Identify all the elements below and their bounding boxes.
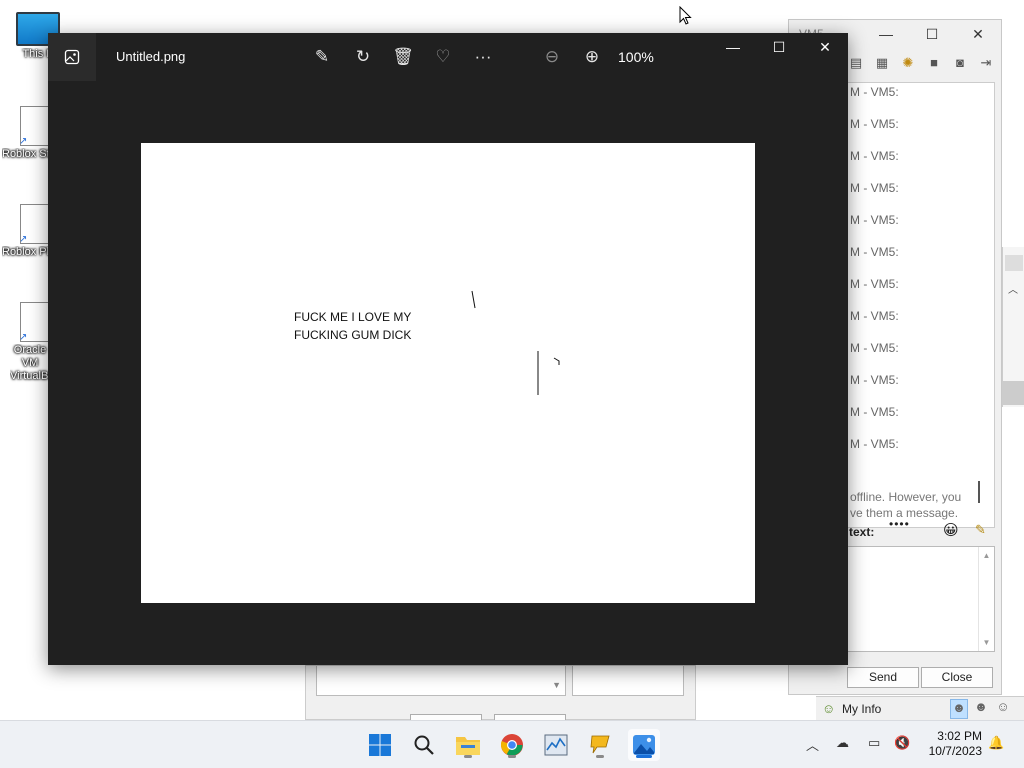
shortcut-arrow-icon: ↗: [19, 234, 28, 245]
background-window: ▼ Send Close: [305, 665, 696, 724]
zoom-out-icon[interactable]: ⊖: [540, 46, 564, 68]
mouse-cursor-icon: [679, 6, 692, 25]
chevron-down-icon: ▼: [552, 680, 561, 690]
emoticon-icon[interactable]: 😀: [943, 521, 959, 539]
delete-icon[interactable]: 🗑: [391, 46, 415, 68]
image-canvas[interactable]: FUCK ME I LOVE MY FUCKING GUM DICK: [141, 143, 755, 603]
photos-icon[interactable]: [628, 729, 660, 761]
invite-icon[interactable]: ▤: [847, 55, 865, 71]
chat-log-line: M - VM5:: [850, 405, 899, 419]
clock-date: 10/7/2023: [928, 744, 982, 758]
file-explorer-icon[interactable]: [452, 729, 484, 761]
input-scrollbar[interactable]: ▲ ▼: [978, 547, 994, 651]
image-glyph: [64, 49, 80, 65]
shortcut-arrow-icon: ↗: [19, 332, 28, 343]
maximize-icon[interactable]: ☐: [764, 39, 794, 56]
minimize-icon[interactable]: —: [863, 26, 909, 43]
clock[interactable]: 3:02 PM 10/7/2023: [920, 729, 982, 759]
chat-log-line: M - VM5:: [850, 181, 899, 195]
background-field[interactable]: [572, 666, 684, 696]
display-icon[interactable]: ▭: [868, 735, 880, 751]
away-status-icon[interactable]: ☻: [972, 699, 990, 719]
scribble-stroke: [553, 357, 560, 365]
scribble-marks: [471, 290, 560, 395]
notification-bell-icon[interactable]: 🔔: [988, 735, 1004, 751]
chat-log-line: M - VM5:: [850, 213, 899, 227]
search-icon[interactable]: [408, 729, 440, 761]
block-icon[interactable]: ⇥: [977, 55, 995, 71]
webcam-icon[interactable]: ◙: [951, 55, 969, 71]
file-name: Untitled.png: [116, 49, 186, 64]
chat-scrollbar[interactable]: [978, 481, 980, 503]
chat-log-line: M - VM5:: [850, 117, 899, 131]
chevron-up-icon[interactable]: ︿: [1008, 281, 1018, 296]
running-indicator: [596, 755, 604, 758]
close-icon[interactable]: ✕: [955, 26, 1001, 43]
online-status-icon[interactable]: ☻: [950, 699, 968, 719]
splitter-handle[interactable]: ••••: [889, 517, 910, 531]
chat-log-line: M - VM5:: [850, 309, 899, 323]
start-icon[interactable]: [364, 729, 396, 761]
edge-block: [1005, 255, 1023, 271]
scribble-stroke: [471, 290, 476, 309]
offline-status-icon[interactable]: ☺: [994, 699, 1012, 719]
task-manager-icon[interactable]: [540, 729, 572, 761]
chat-log-line: M - VM5:: [850, 245, 899, 259]
viewer-title-bar: Untitled.png ✎ ↻ 🗑 ♡ ··· ⊖ ⊕ 100% — ☐ ✕: [48, 33, 848, 81]
chat-log-line: M - VM5:: [850, 85, 899, 99]
offline-notice: offline. However, you ve them a message.: [850, 490, 962, 520]
zoom-in-icon[interactable]: ⊕: [580, 46, 604, 68]
chat-log-line: M - VM5:: [850, 373, 899, 387]
text-label: text:: [849, 525, 875, 539]
message-input[interactable]: ▲ ▼: [847, 546, 995, 652]
desktop-icon-label: Oracle VM VirtualBox: [10, 344, 50, 382]
photos-viewer-window: Untitled.png ✎ ↻ 🗑 ♡ ··· ⊖ ⊕ 100% — ☐ ✕ …: [48, 33, 848, 665]
running-indicator: [464, 755, 472, 758]
clock-time: 3:02 PM: [937, 729, 982, 743]
chat-log-line: M - VM5:: [850, 341, 899, 355]
rotate-icon[interactable]: ↻: [351, 46, 375, 68]
more-icon[interactable]: ···: [471, 46, 495, 68]
photos-app-icon[interactable]: [48, 33, 96, 81]
taskbar: ︿ ☁ ▭ 🔇 3:02 PM 10/7/2023 🔔: [0, 720, 1024, 768]
user-icon: ☺: [822, 701, 836, 716]
close-icon[interactable]: ✕: [810, 39, 840, 56]
format-text-icon[interactable]: ✎: [975, 522, 986, 538]
send-button[interactable]: Send: [847, 667, 919, 688]
desktop-icon-label: Roblox Player: [2, 246, 50, 258]
onedrive-icon[interactable]: ☁: [836, 735, 849, 751]
my-info-link[interactable]: My Info: [842, 702, 881, 716]
chrome-icon[interactable]: [496, 729, 528, 761]
minimize-icon[interactable]: —: [718, 39, 748, 55]
chat-log-line: M - VM5:: [850, 149, 899, 163]
file-icon[interactable]: ▦: [873, 55, 891, 71]
favorite-icon[interactable]: ♡: [431, 46, 455, 68]
chat-app-icon[interactable]: [584, 729, 616, 761]
maximize-icon[interactable]: ☐: [909, 26, 955, 43]
video-icon[interactable]: ■: [925, 55, 943, 71]
edit-image-icon[interactable]: ✎: [310, 46, 334, 68]
desktop-icon-label: Roblox Studio: [2, 148, 50, 160]
game-icon[interactable]: ✺: [899, 55, 917, 71]
background-text-field[interactable]: ▼: [316, 666, 566, 696]
running-indicator: [508, 755, 516, 758]
chat-log-line: M - VM5:: [850, 277, 899, 291]
volume-muted-icon[interactable]: 🔇: [894, 735, 910, 751]
chat-log-line: M - VM5:: [850, 437, 899, 451]
background-window-edge: ︿: [1002, 247, 1024, 407]
edge-block: [1003, 381, 1024, 405]
shortcut-arrow-icon: ↗: [19, 136, 28, 147]
zoom-level[interactable]: 100%: [618, 49, 654, 65]
running-indicator: [636, 755, 652, 758]
chevron-up-icon[interactable]: ︿: [806, 735, 819, 754]
status-bar: ☺ My Info ☻ ☻ ☺: [816, 696, 1024, 720]
close-button[interactable]: Close: [921, 667, 993, 688]
